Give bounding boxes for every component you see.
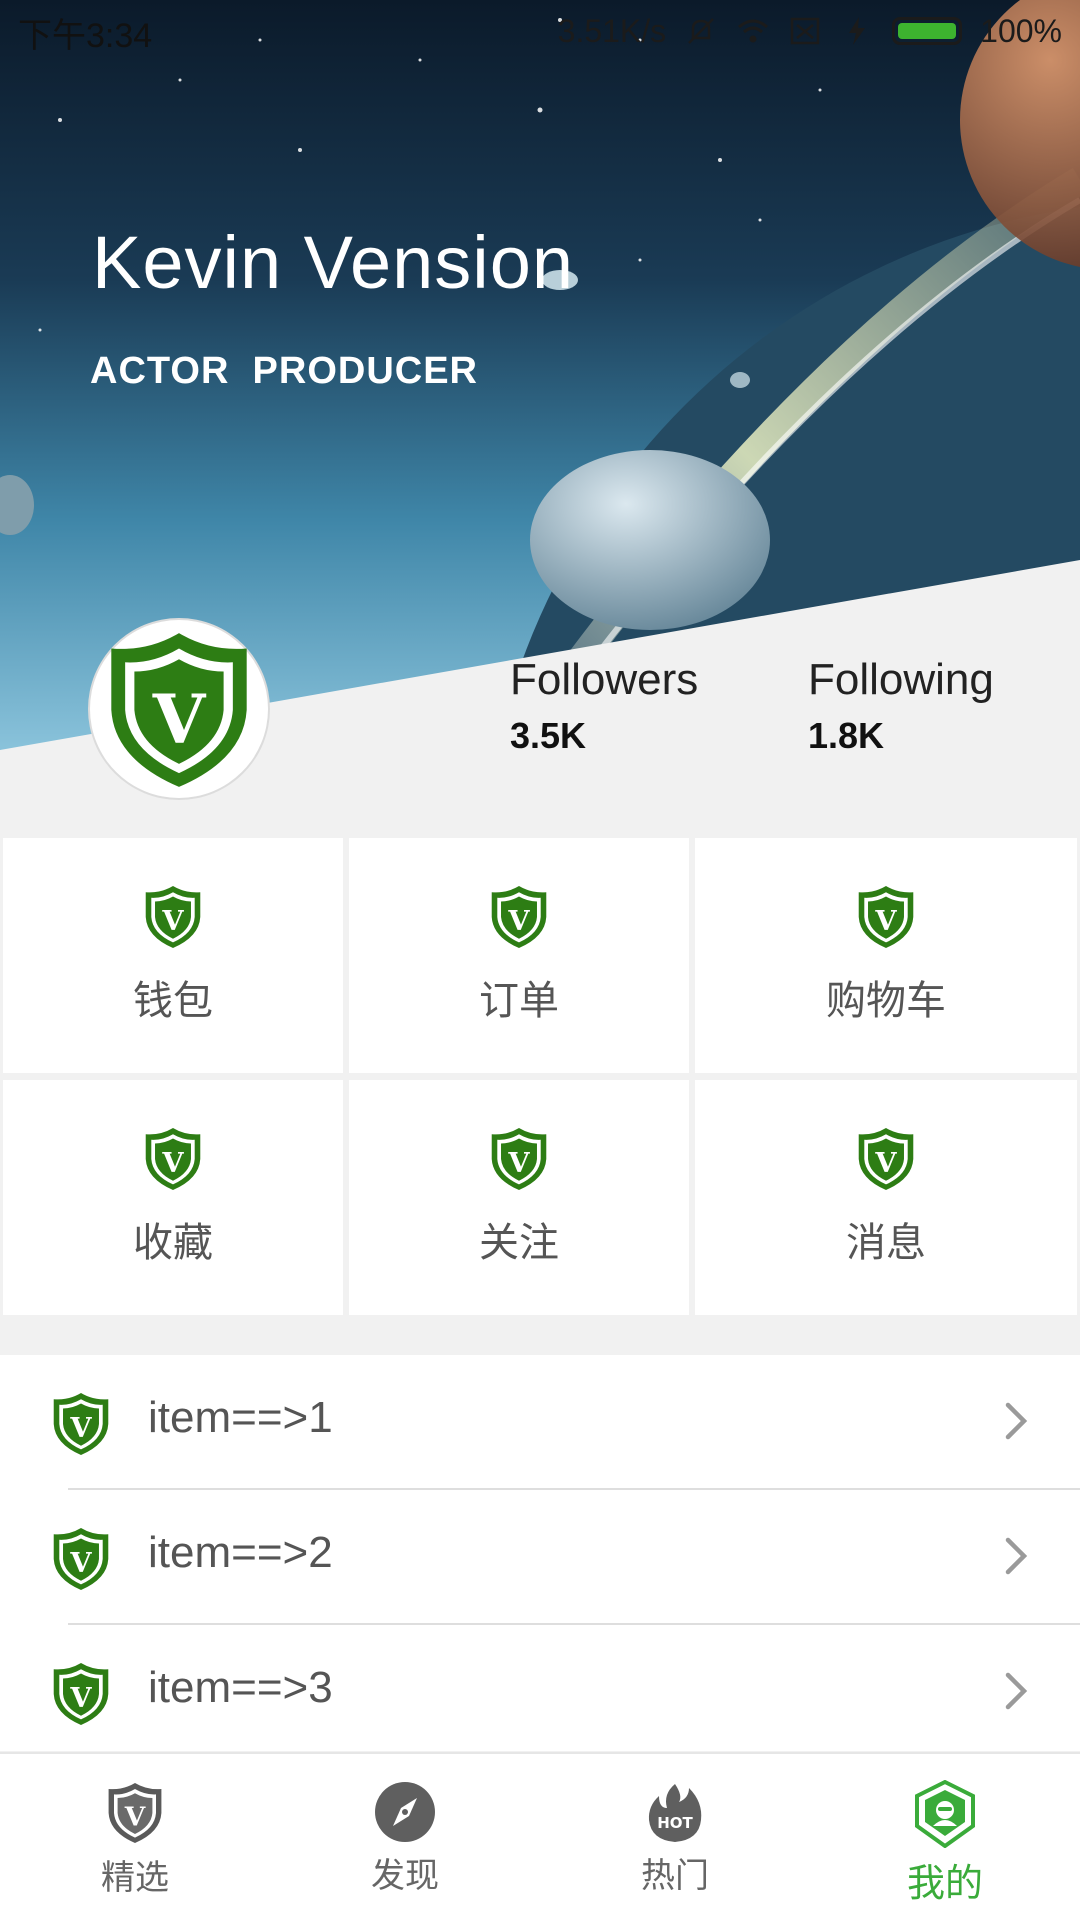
svg-text:V: V <box>874 1147 897 1179</box>
battery-percent: 100% <box>980 12 1062 49</box>
status-time: 下午3:34 <box>18 17 153 55</box>
shield-v-icon: V <box>145 886 201 948</box>
wifi-icon <box>738 19 769 43</box>
profile-name: Kevin Vension <box>92 221 575 304</box>
shield-v-icon: V <box>53 1663 109 1725</box>
grid-item-messages[interactable]: V 消息 <box>695 1080 1077 1315</box>
following-value: 1.8K <box>808 715 885 756</box>
feature-grid: V 钱包 V 订单 V 购物车 V 收藏 V 关注 V 消息 <box>3 838 1077 1318</box>
list-item-label: item==>1 <box>148 1393 333 1442</box>
avatar[interactable]: V <box>90 620 268 798</box>
nav-tab-label: 我的 <box>906 1861 983 1905</box>
grid-item-label: 关注 <box>479 1220 559 1266</box>
shield-v-icon: V <box>53 1528 109 1590</box>
bottom-nav: V 精选 发现 HOT 热门 我的 <box>0 1752 1080 1922</box>
list-item[interactable]: V item==>3 <box>0 1625 1080 1758</box>
grid-item-label: 收藏 <box>133 1220 213 1266</box>
nav-tab-mine[interactable]: 我的 <box>810 1754 1080 1922</box>
sim-icon <box>790 17 820 45</box>
grid-item-label: 钱包 <box>133 978 213 1024</box>
charging-icon <box>849 17 866 45</box>
status-bar: 下午3:34 3.51K/s 100% <box>0 0 1080 62</box>
grid-item-wallet[interactable]: V 钱包 <box>3 838 343 1073</box>
svg-text:V: V <box>69 1547 92 1579</box>
grid-item-orders[interactable]: V 订单 <box>349 838 689 1073</box>
shield-v-icon: V <box>145 1128 201 1190</box>
profile-shield-icon <box>915 1780 975 1848</box>
mute-icon <box>688 18 715 44</box>
nav-tab-label: 发现 <box>371 1856 439 1896</box>
hot-icon: HOT <box>648 1784 702 1842</box>
chevron-right-icon <box>1005 1672 1028 1710</box>
nav-tab-discover[interactable]: 发现 <box>270 1754 540 1922</box>
followers-stat[interactable]: Followers 3.5K <box>510 655 698 757</box>
chevron-right-icon <box>1005 1537 1028 1575</box>
shield-v-icon: V <box>491 1128 547 1190</box>
following-stat[interactable]: Following 1.8K <box>808 655 994 757</box>
grid-item-follow[interactable]: V 关注 <box>349 1080 689 1315</box>
followers-value: 3.5K <box>510 715 587 756</box>
item-list: V item==>1 V item==>2 V item==>3 <box>0 1355 1080 1751</box>
svg-text:V: V <box>161 905 184 937</box>
svg-text:V: V <box>161 1147 184 1179</box>
svg-text:V: V <box>507 905 530 937</box>
svg-text:V: V <box>69 1682 92 1714</box>
profile-roles: ACTOR PRODUCER <box>90 350 478 392</box>
svg-text:V: V <box>124 1802 146 1833</box>
nav-tab-hot[interactable]: HOT 热门 <box>540 1754 810 1922</box>
svg-text:V: V <box>69 1412 92 1444</box>
shield-v-icon: V <box>53 1393 109 1455</box>
nav-tab-featured[interactable]: V 精选 <box>0 1754 270 1922</box>
svg-text:V: V <box>874 905 897 937</box>
grid-item-label: 消息 <box>846 1220 926 1266</box>
compass-icon <box>375 1782 435 1842</box>
svg-text:V: V <box>152 678 207 758</box>
followers-label: Followers <box>510 655 699 704</box>
svg-text:V: V <box>507 1147 530 1179</box>
list-item-label: item==>3 <box>148 1663 333 1712</box>
nav-tab-label: 热门 <box>641 1856 709 1896</box>
network-speed: 3.51K/s <box>557 12 667 49</box>
shield-v-icon: V <box>111 633 247 787</box>
battery-icon <box>892 17 963 45</box>
status-icons: 3.51K/s 100% <box>558 8 1062 54</box>
svg-text:HOT: HOT <box>657 1814 693 1832</box>
list-item-label: item==>2 <box>148 1528 333 1577</box>
grid-item-label: 购物车 <box>826 978 946 1024</box>
chevron-right-icon <box>1005 1402 1028 1440</box>
list-item[interactable]: V item==>2 <box>0 1490 1080 1623</box>
shield-v-icon: V <box>858 886 914 948</box>
grid-item-cart[interactable]: V 购物车 <box>695 838 1077 1073</box>
shield-v-icon: V <box>491 886 547 948</box>
list-item[interactable]: V item==>1 <box>0 1355 1080 1488</box>
shield-v-icon: V <box>108 1783 162 1843</box>
grid-item-label: 订单 <box>479 978 559 1024</box>
shield-v-icon: V <box>858 1128 914 1190</box>
nav-tab-label: 精选 <box>101 1858 169 1898</box>
following-label: Following <box>808 655 994 704</box>
grid-item-favorites[interactable]: V 收藏 <box>3 1080 343 1315</box>
